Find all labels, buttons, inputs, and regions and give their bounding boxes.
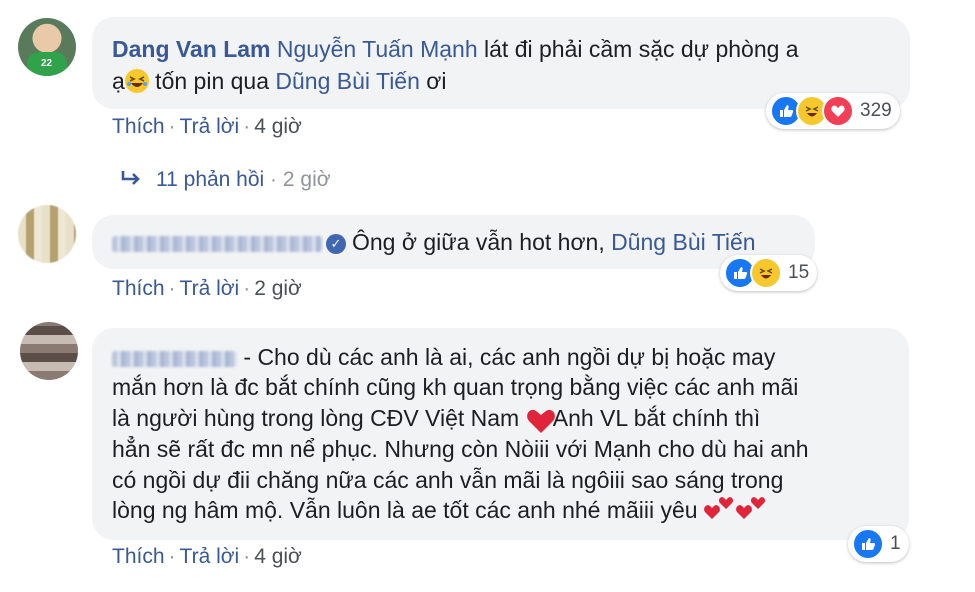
comment-segment: là người hùng trong lòng CĐV Việt Nam	[112, 405, 526, 431]
verified-badge-icon: ✓	[326, 233, 346, 254]
comment-segment: tốn pin qua	[148, 68, 276, 94]
reactions-summary[interactable]: 329	[766, 93, 900, 129]
separator-dot: ·	[168, 277, 176, 300]
mention-link[interactable]: Nguyễn Tuấn Mạnh	[277, 36, 478, 62]
comment-line: - Cho dù các anh là ai, các anh ngồi dự …	[237, 344, 776, 370]
separator-dot: ·	[264, 168, 283, 191]
separator-dot: ·	[168, 115, 176, 138]
timestamp[interactable]: 4 giờ	[254, 545, 302, 568]
reply-arrow-icon	[120, 168, 142, 191]
blurred-author-name[interactable]	[112, 235, 322, 252]
comment-text-line6: lòng ng hâm mộ. Vẫn luôn là ae tốt các a…	[112, 495, 768, 529]
replies-time: 2 giờ	[282, 168, 331, 191]
reply-link[interactable]: Trả lời	[180, 277, 240, 300]
comment-line: có ngồi dự đii chăng nữa các anh vẫn mãi…	[112, 467, 784, 493]
comment-author[interactable]: Dang Van Lam	[112, 36, 270, 62]
comment-segment: ơi	[419, 68, 447, 94]
separator-dot: ·	[243, 277, 251, 300]
two-hearts-emoji-icon	[704, 495, 736, 529]
reaction-count: 1	[890, 533, 901, 554]
comment-line: hẳn sẽ rất đc mn nể phục. Nhưng còn Nòii…	[112, 436, 809, 462]
reactions-summary[interactable]: 15	[720, 255, 818, 291]
avatar[interactable]	[18, 205, 76, 263]
separator-dot: ·	[243, 115, 251, 138]
reply-link[interactable]: Trả lời	[180, 545, 240, 568]
jersey-number: 22	[41, 58, 53, 69]
comment-segment: Ông ở giữa vẫn hot hơn,	[352, 229, 612, 255]
reaction-count: 15	[788, 262, 810, 283]
like-link[interactable]: Thích	[112, 545, 165, 568]
love-icon	[822, 95, 854, 127]
blurred-author-name[interactable]	[112, 350, 237, 367]
avatar[interactable]	[20, 322, 78, 380]
replies-count[interactable]: 11 phản hồi	[156, 168, 264, 191]
timestamp[interactable]: 2 giờ	[254, 277, 302, 300]
comment-actions: Thích · Trả lời · 4 giờ	[112, 545, 302, 569]
view-replies[interactable]: 11 phản hồi · 2 giờ	[120, 168, 331, 192]
comment-text: ✓ Ông ở giữa vẫn hot hơn, Dũng Bùi Tiến	[112, 227, 756, 258]
like-icon	[852, 528, 884, 560]
comment-line: mắn hơn là đc bắt chính cũng kh quan trọ…	[112, 374, 799, 400]
separator-dot: ·	[168, 545, 176, 568]
like-link[interactable]: Thích	[112, 115, 165, 138]
haha-icon	[750, 257, 782, 289]
separator-dot: ·	[243, 545, 251, 568]
two-hearts-emoji-icon	[736, 495, 768, 529]
avatar[interactable]: 22	[18, 18, 76, 76]
mention-link[interactable]: Dũng Bùi Tiến	[275, 68, 419, 94]
comment-segment: ạ	[112, 68, 125, 94]
comment-text: - Cho dù các anh là ai, các anh ngồi dự …	[112, 342, 775, 373]
comment-actions: Thích · Trả lời · 4 giờ	[112, 115, 302, 139]
comment-segment: lòng ng hâm mộ. Vẫn luôn là ae tốt các a…	[112, 497, 704, 523]
comment-segment: Anh VL bắt chính thì	[547, 405, 761, 431]
comment-text-line2: ạ tốn pin qua Dũng Bùi Tiến ơi	[112, 66, 446, 97]
timestamp[interactable]: 4 giờ	[254, 115, 302, 138]
laughing-emoji-icon	[124, 68, 149, 93]
comment-text: Dang Van Lam Nguyễn Tuấn Mạnh lát đi phả…	[112, 34, 799, 65]
reaction-count: 329	[860, 100, 892, 121]
comment-segment: lát đi phải cầm sặc dự phòng a	[477, 36, 799, 62]
like-link[interactable]: Thích	[112, 277, 165, 300]
red-heart-emoji-icon	[526, 408, 555, 433]
comment-text-line3: là người hùng trong lòng CĐV Việt Nam An…	[112, 403, 760, 434]
mention-link[interactable]: Dũng Bùi Tiến	[611, 229, 755, 255]
reactions-summary[interactable]: 1	[848, 526, 909, 562]
reply-link[interactable]: Trả lời	[180, 115, 240, 138]
comment-actions: Thích · Trả lời · 2 giờ	[112, 277, 302, 301]
